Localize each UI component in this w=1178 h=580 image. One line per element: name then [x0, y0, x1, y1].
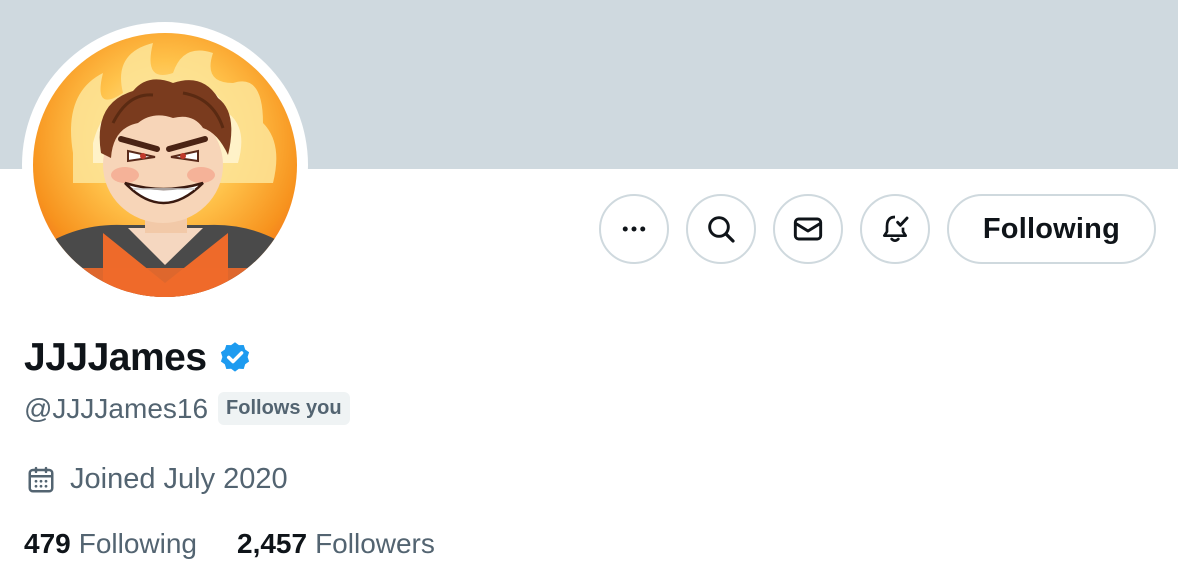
more-button[interactable] — [598, 194, 669, 264]
followers-count: 2,457 — [237, 528, 308, 559]
follows-you-badge: Follows you — [218, 392, 350, 425]
avatar-illustration — [33, 33, 297, 297]
search-button[interactable] — [685, 194, 756, 264]
avatar[interactable] — [33, 33, 297, 297]
profile-actions: Following — [598, 194, 1156, 264]
envelope-icon — [793, 217, 823, 241]
following-label: Following — [78, 528, 197, 559]
stats-row: 479 Following 2,457 Followers — [24, 528, 435, 560]
joined-row: Joined July 2020 — [26, 463, 288, 496]
handle-row: @JJJJames16 Follows you — [24, 392, 350, 425]
following-button[interactable]: Following — [946, 194, 1156, 264]
profile-page: Following JJJJames @JJJJames16 Follows y… — [0, 0, 1178, 580]
bell-check-icon — [882, 215, 909, 242]
notifications-button[interactable] — [859, 194, 930, 264]
verified-badge-icon[interactable] — [217, 340, 253, 376]
message-button[interactable] — [772, 194, 843, 264]
followers-label: Followers — [315, 528, 435, 559]
display-name: JJJJames — [24, 336, 207, 379]
calendar-icon — [28, 466, 54, 492]
user-handle: @JJJJames16 — [24, 392, 209, 424]
joined-date: Joined July 2020 — [70, 463, 288, 495]
following-stat-link[interactable]: 479 Following — [24, 528, 197, 560]
search-icon — [708, 216, 735, 243]
name-row: JJJJames — [24, 336, 253, 380]
following-count: 479 — [24, 528, 71, 559]
more-icon — [622, 226, 646, 232]
followers-stat-link[interactable]: 2,457 Followers — [237, 528, 435, 560]
